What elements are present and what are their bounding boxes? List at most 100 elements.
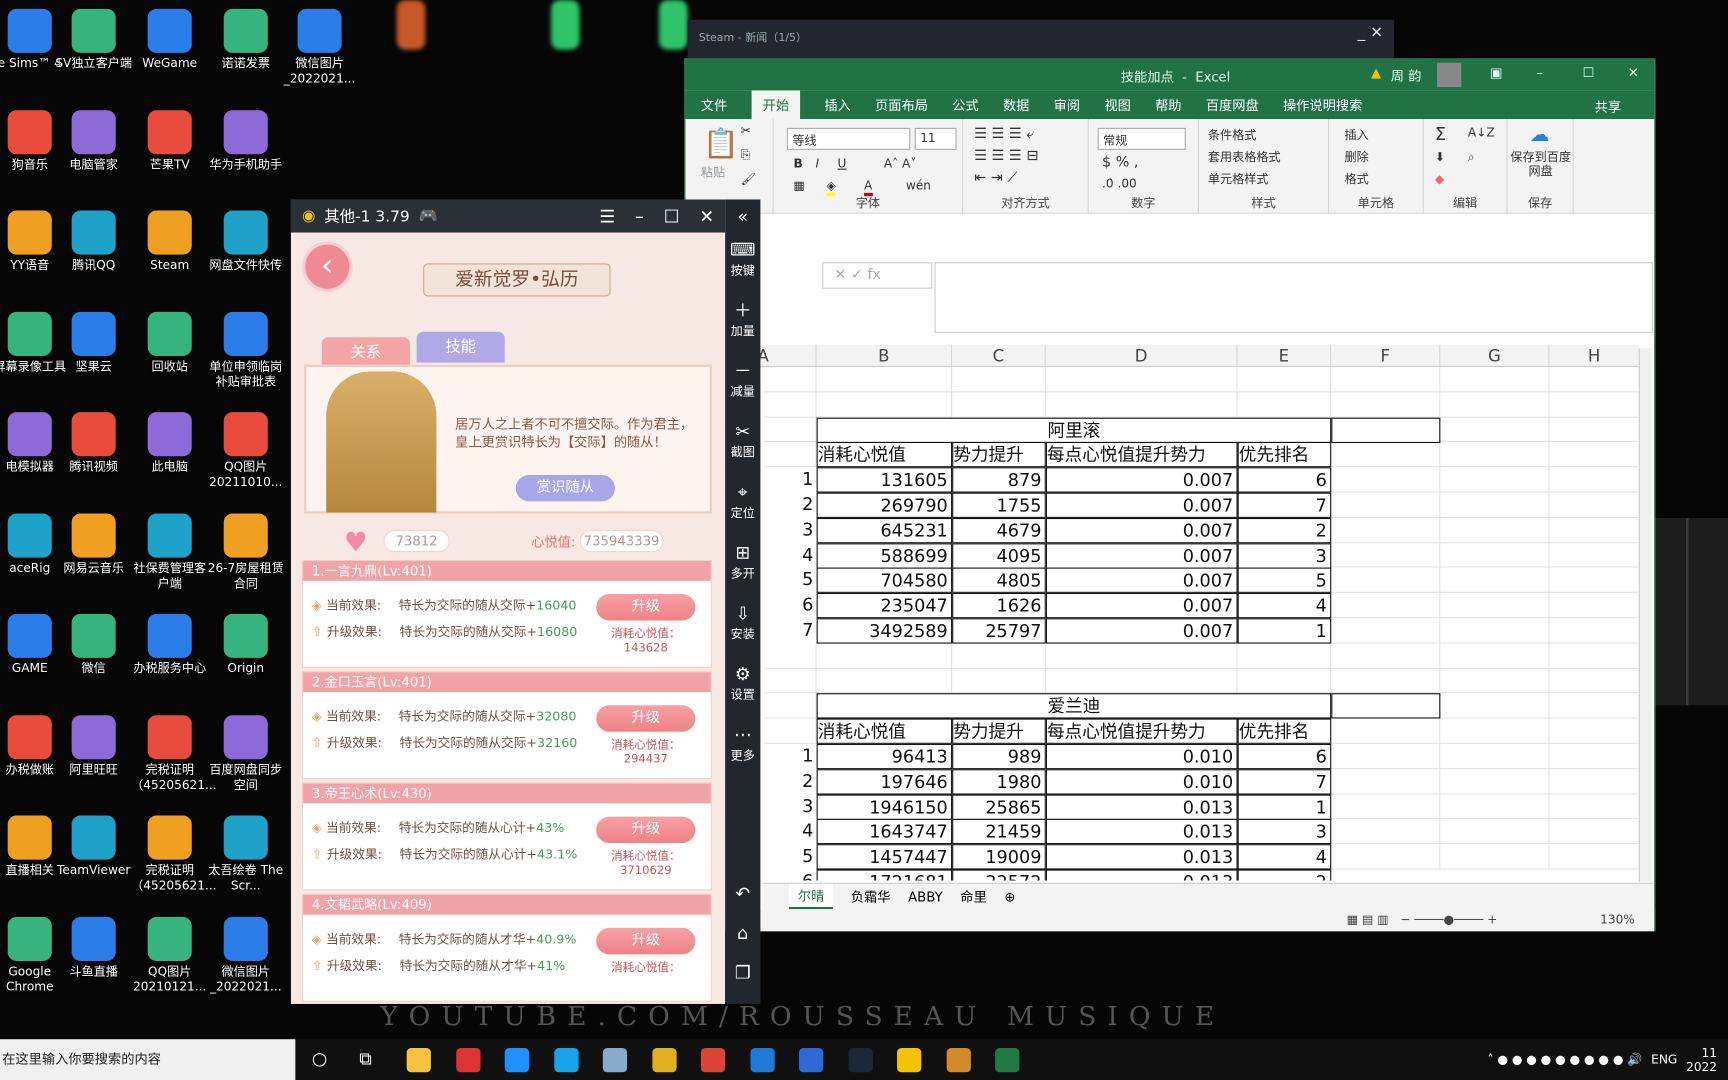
font-name-select[interactable]: 等线 <box>786 127 911 150</box>
grid-cell[interactable] <box>1331 542 1441 568</box>
grid-cell[interactable] <box>763 417 817 443</box>
grid-cell[interactable] <box>1549 467 1639 493</box>
table-cell[interactable]: 4 <box>1237 844 1332 870</box>
table-cell[interactable]: 1980 <box>952 769 1046 795</box>
grid-cell[interactable] <box>816 643 953 669</box>
table-cell[interactable]: 1721681 <box>816 869 953 881</box>
input-language[interactable]: ENG <box>1651 1052 1677 1066</box>
sidebar-item[interactable]: ✂ 截图 <box>725 414 760 475</box>
gamepad-icon[interactable]: 🎮 <box>419 207 438 225</box>
paste-icon[interactable]: 📋 <box>703 128 739 161</box>
phonetic-button[interactable]: wén <box>906 179 931 193</box>
table-cell[interactable]: 4805 <box>952 567 1046 594</box>
sidebar-item[interactable]: － 减量 <box>725 354 760 415</box>
desktop-icon[interactable]: QQ图片20210121... <box>131 916 208 994</box>
cut-icon[interactable]: ✂ <box>741 123 751 137</box>
format-painter-icon[interactable]: 🖌 <box>741 172 756 186</box>
grid-cell[interactable] <box>816 668 953 694</box>
taskbar-search-input[interactable]: 在这里输入你要搜索的内容 <box>0 1039 296 1080</box>
desktop-icon[interactable]: 微信图片_2022021... <box>281 8 358 87</box>
desktop-icon[interactable]: 芒果TV <box>131 109 208 173</box>
desktop-icon[interactable]: 26-7房屋租赁合同 <box>207 512 284 591</box>
borders-button[interactable]: ▦ <box>793 179 804 193</box>
table-title[interactable]: 爱兰迪 <box>816 693 1332 719</box>
table-title[interactable]: 阿里滚 <box>816 417 1332 443</box>
table-cell[interactable]: 5 <box>1237 567 1332 594</box>
desktop-icon[interactable]: 网易云音乐 <box>55 512 132 576</box>
nav-button[interactable]: ❐ <box>725 962 760 983</box>
fill-icon[interactable]: ⬇ <box>1435 150 1445 164</box>
table-cell[interactable]: 197646 <box>816 769 953 795</box>
share-button[interactable]: 共享 <box>1595 97 1621 116</box>
grid-cell[interactable] <box>1440 492 1550 518</box>
bold-button[interactable]: B <box>793 156 802 170</box>
taskbar-app-icon[interactable] <box>946 1048 971 1073</box>
desktop-icon[interactable]: 诺诺发票 <box>207 8 284 72</box>
decimal-buttons[interactable]: .0 .00 <box>1102 176 1137 190</box>
minimize-button[interactable]: – <box>1536 65 1543 80</box>
upgrade-button[interactable]: 升级 <box>596 705 696 732</box>
grid-cell[interactable] <box>952 668 1046 694</box>
ribbon-tab[interactable]: 公式 <box>952 95 978 114</box>
formula-buttons[interactable]: ✕ ✓ fx <box>822 262 933 289</box>
grid-cell[interactable] <box>1549 367 1639 393</box>
grid-cell[interactable] <box>1440 794 1550 820</box>
desktop-icon[interactable]: 此电脑 <box>131 412 208 475</box>
task-view-icon[interactable]: ⧉ <box>359 1048 372 1070</box>
ribbon-tab[interactable]: 帮助 <box>1155 95 1181 114</box>
grid-cell[interactable] <box>1440 693 1550 719</box>
clear-icon[interactable]: ◆ <box>1435 172 1444 186</box>
close-button[interactable]: ✕ <box>699 206 714 227</box>
grid-cell[interactable] <box>1440 442 1550 468</box>
grid-cell[interactable] <box>1045 392 1238 418</box>
grid-cell[interactable] <box>1045 366 1238 393</box>
copy-icon[interactable]: ⎘ <box>741 148 751 163</box>
sheet-tab[interactable]: 负霜华 <box>851 887 891 906</box>
taskbar-app-icon[interactable] <box>553 1048 579 1073</box>
desktop-icon[interactable]: QQ图片20211010... <box>207 412 284 490</box>
insert-cells-button[interactable]: 插入 <box>1344 126 1368 144</box>
taskbar-app-icon[interactable] <box>602 1048 628 1073</box>
sidebar-item[interactable]: ⚙ 设置 <box>725 657 760 718</box>
save-to-baidu-button[interactable]: 保存到百度网盘 <box>1510 150 1572 179</box>
table-cell[interactable]: 96413 <box>816 743 953 770</box>
spreadsheet-grid[interactable]: A B C D E F G H 阿里滚 消耗心悦值 势力提升 每点心悦值提升势力 优先排名 1 131605… <box>685 344 1639 881</box>
table-cell[interactable]: 7 <box>1237 769 1332 795</box>
table-cell[interactable]: 0.010 <box>1045 743 1238 770</box>
grid-cell[interactable] <box>1549 794 1639 820</box>
grid-cell[interactable] <box>1331 668 1441 694</box>
tray-icons[interactable]: ˄ ● ● ● ● ● ● ● ● ● 🔊 <box>1487 1052 1642 1066</box>
italic-button[interactable]: I <box>816 156 820 170</box>
grid-cell[interactable] <box>1331 567 1441 594</box>
sort-filter-icon[interactable]: A↓Z <box>1468 126 1495 140</box>
table-cell[interactable]: 1626 <box>952 593 1046 619</box>
table-cell[interactable]: 4095 <box>952 542 1046 569</box>
number-format-select[interactable]: 常规 <box>1097 127 1186 150</box>
table-cell[interactable]: 19009 <box>952 844 1046 870</box>
table-cell[interactable]: 2 <box>1237 869 1332 881</box>
table-cell[interactable]: 0.010 <box>1045 769 1238 795</box>
format-as-table-button[interactable]: 套用表格格式 <box>1208 148 1281 166</box>
desktop-icon[interactable]: 单位申领临岗补贴审批表 <box>207 311 284 389</box>
grid-cell[interactable] <box>1549 744 1639 770</box>
taskbar-app-icon[interactable] <box>651 1048 677 1073</box>
indent-buttons[interactable]: ⇤ ⇥ ⟋ <box>974 170 1017 187</box>
autosum-icon[interactable]: Σ <box>1435 123 1446 144</box>
table-cell[interactable]: 7 <box>1237 492 1332 518</box>
column-header[interactable]: G <box>1440 344 1550 367</box>
column-label[interactable]: 优先排名 <box>1237 718 1332 745</box>
grid-cell[interactable] <box>1440 769 1550 795</box>
baidu-cloud-icon[interactable]: ☁ <box>1530 123 1550 146</box>
desktop-icon[interactable]: 斗鱼直播 <box>55 916 132 979</box>
grid-cell[interactable] <box>1440 743 1550 770</box>
taskbar-app-icon[interactable] <box>798 1048 824 1073</box>
grid-cell[interactable] <box>763 718 817 744</box>
grid-cell[interactable] <box>763 643 817 669</box>
column-header[interactable]: C <box>952 344 1046 367</box>
desktop-icon[interactable]: SV独立客户端 <box>55 8 132 72</box>
maximize-button[interactable]: ☐ <box>1583 65 1595 80</box>
sheet-tab[interactable]: 尔晴 <box>789 883 834 910</box>
table-cell[interactable]: 0.007 <box>1045 492 1238 518</box>
table-cell[interactable]: 0.013 <box>1045 869 1238 881</box>
desktop-icon[interactable]: 华为手机助手 <box>207 109 284 173</box>
